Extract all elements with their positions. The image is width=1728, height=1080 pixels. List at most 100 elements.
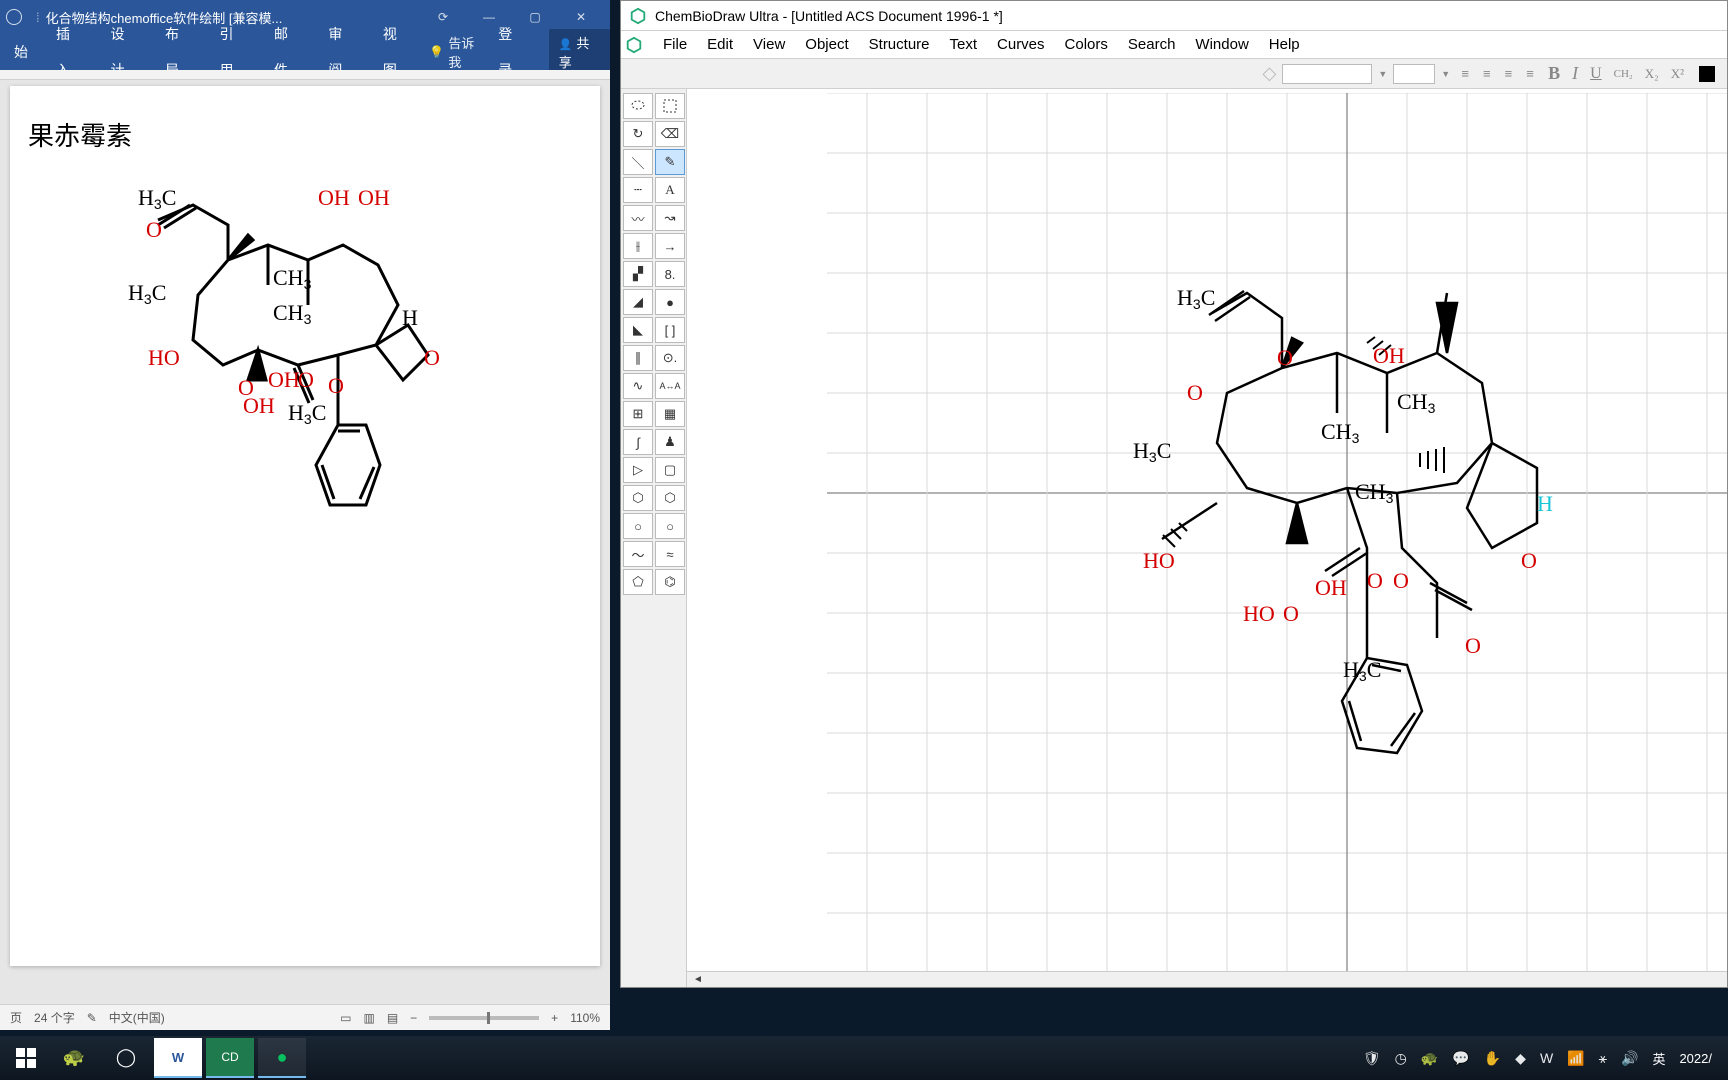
tool-wave1[interactable]: 〜 <box>623 541 653 567</box>
share-button[interactable]: 共享 <box>549 29 610 75</box>
menu-text[interactable]: Text <box>940 36 988 53</box>
tray-security-icon[interactable]: ✋ <box>1484 1050 1501 1067</box>
tool-query[interactable]: ⊙. <box>655 345 685 371</box>
tool-hex1[interactable]: ⬡ <box>623 485 653 511</box>
tool-lasso[interactable] <box>623 93 653 119</box>
tray-app2-icon[interactable]: 🐢 <box>1421 1050 1438 1067</box>
menu-window[interactable]: Window <box>1185 36 1258 53</box>
tray-bluetooth-icon[interactable]: ⚹ <box>1599 1050 1607 1067</box>
task-chemdraw-icon[interactable]: CD <box>206 1038 254 1078</box>
tool-pent[interactable]: ⬠ <box>623 569 653 595</box>
color-swatch[interactable] <box>1699 66 1715 82</box>
zoom-in[interactable]: + <box>551 1011 558 1025</box>
view-print-icon[interactable]: ▥ <box>363 1011 374 1025</box>
tool-pen[interactable]: ✎ <box>655 149 685 175</box>
tool-table[interactable]: ⊞ <box>623 401 653 427</box>
zoom-level[interactable]: 110% <box>570 1011 600 1025</box>
tool-wedge[interactable]: ◢ <box>623 289 653 315</box>
h-scrollbar[interactable]: ◄ <box>687 971 1727 987</box>
menu-file[interactable]: File <box>653 36 697 53</box>
underline-button[interactable]: U <box>1587 65 1605 83</box>
menu-structure[interactable]: Structure <box>859 36 940 53</box>
font-select[interactable] <box>1282 64 1372 84</box>
tray-volume-icon[interactable]: 🔊 <box>1621 1050 1638 1067</box>
view-read-icon[interactable]: ▭ <box>340 1011 351 1025</box>
minimize-button[interactable]: — <box>466 10 512 24</box>
tool-orbital[interactable]: 8. <box>655 261 685 287</box>
tool-wedgeh[interactable]: ◣ <box>623 317 653 343</box>
align-center-icon[interactable]: ≡ <box>1478 65 1496 82</box>
tool-benzene[interactable]: ⌬ <box>655 569 685 595</box>
view-web-icon[interactable]: ▤ <box>387 1011 398 1025</box>
spellcheck-icon[interactable]: ✎ <box>87 1011 97 1025</box>
superscript-button[interactable]: X² <box>1668 66 1687 82</box>
menu-help[interactable]: Help <box>1259 36 1310 53</box>
menu-view[interactable]: View <box>743 36 795 53</box>
canvas[interactable]: H3C O O OH CH3 CH3 CH3 H3C H O HO OH O O… <box>827 93 1727 987</box>
tool-dashed[interactable]: ┄ <box>623 177 653 203</box>
menu-colors[interactable]: Colors <box>1055 36 1118 53</box>
tool-wave2[interactable]: ≈ <box>655 541 685 567</box>
tool-bracket[interactable]: [ ] <box>655 317 685 343</box>
tool-double[interactable]: ∥ <box>623 345 653 371</box>
document-area[interactable]: 果赤霉素 <box>0 80 610 1004</box>
tray-word-icon[interactable]: W <box>1540 1050 1553 1066</box>
align-justify-icon[interactable]: ≡ <box>1521 65 1539 82</box>
shape-icon[interactable]: ◇ <box>1263 63 1277 84</box>
tray-app3-icon[interactable]: ◆ <box>1515 1050 1526 1067</box>
ime-indicator[interactable]: 英 <box>1652 1049 1665 1068</box>
tool-arrow2[interactable]: ↝ <box>655 205 685 231</box>
menu-object[interactable]: Object <box>795 36 858 53</box>
page-indicator[interactable]: 页 <box>10 1009 22 1026</box>
tool-circ1[interactable]: ○ <box>623 513 653 539</box>
tool-play[interactable]: ▷ <box>623 457 653 483</box>
tray-wechat-icon[interactable]: 💬 <box>1452 1050 1469 1067</box>
tool-hatch[interactable]: ▞ <box>623 261 653 287</box>
tool-rotate[interactable]: ↻ <box>623 121 653 147</box>
align-left-icon[interactable]: ≡ <box>1456 65 1474 82</box>
tool-aa[interactable]: A↔A <box>655 373 685 399</box>
menu-search[interactable]: Search <box>1118 36 1186 53</box>
bold-button[interactable]: B <box>1545 63 1563 84</box>
tool-sphere[interactable]: ● <box>655 289 685 315</box>
tool-hex2[interactable]: ⬡ <box>655 485 685 511</box>
language[interactable]: 中文(中国) <box>109 1009 165 1026</box>
tool-template[interactable]: ▦ <box>655 401 685 427</box>
tool-tlc[interactable]: ♟ <box>655 429 685 455</box>
tell-me[interactable]: 告诉我 <box>429 33 484 71</box>
tool-circ2[interactable]: ○ <box>655 513 685 539</box>
task-word-icon[interactable]: W <box>154 1038 202 1078</box>
menu-edit[interactable]: Edit <box>697 36 743 53</box>
tool-curve[interactable]: ∫ <box>623 429 653 455</box>
tray-app1-icon[interactable]: ◷ <box>1395 1050 1407 1067</box>
task-wechat-icon[interactable]: ● <box>258 1038 306 1078</box>
tool-text[interactable]: A <box>655 177 685 203</box>
subscript-button[interactable]: X₂ <box>1642 66 1662 82</box>
italic-button[interactable]: I <box>1569 63 1581 84</box>
start-button[interactable] <box>6 1038 46 1078</box>
tray-shield-icon[interactable]: 🛡 <box>1363 1050 1381 1067</box>
task-obs-icon[interactable]: ◯ <box>102 1038 150 1078</box>
tool-marquee[interactable] <box>655 93 685 119</box>
word-count[interactable]: 24 个字 <box>34 1009 75 1026</box>
tool-bond[interactable]: ＼ <box>623 149 653 175</box>
menu-curves[interactable]: Curves <box>987 36 1055 53</box>
tool-chain[interactable]: ∿ <box>623 373 653 399</box>
size-select[interactable] <box>1393 64 1435 84</box>
task-tortoise-icon[interactable]: 🐢 <box>50 1038 98 1078</box>
tool-arrow[interactable]: → <box>655 233 685 259</box>
tool-wavy[interactable]: 〰 <box>623 205 653 231</box>
zoom-out[interactable]: − <box>410 1011 417 1025</box>
maximize-button[interactable]: ▢ <box>512 10 558 24</box>
canvas-area[interactable]: H3C O O OH CH3 CH3 CH3 H3C H O HO OH O O… <box>687 89 1727 987</box>
close-button[interactable]: ✕ <box>558 10 604 24</box>
sync-icon[interactable]: ⟳ <box>420 10 466 24</box>
tool-rect[interactable]: ▢ <box>655 457 685 483</box>
tray-network-icon[interactable]: 📶 <box>1567 1050 1584 1067</box>
tool-erase[interactable]: ⌫ <box>655 121 685 147</box>
tool-hash[interactable]: ⫲ <box>623 233 653 259</box>
ribbon-tab[interactable]: 始 <box>0 34 42 70</box>
clock-date[interactable]: 2022/ <box>1679 1051 1712 1066</box>
zoom-slider[interactable] <box>429 1016 539 1020</box>
formula-button[interactable]: CH₂ <box>1611 68 1636 80</box>
